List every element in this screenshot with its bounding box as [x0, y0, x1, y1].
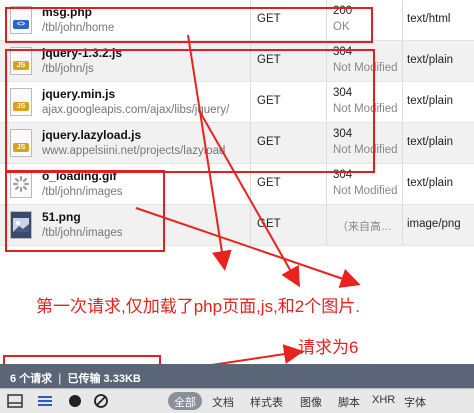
annotation-arrows: [135, 34, 361, 373]
network-summary-bar: 6 个请求 ❘ 已传输 3.33KB: [0, 364, 474, 388]
filter-tab-fonts[interactable]: 字体: [404, 394, 426, 410]
summary-text: 6 个请求 ❘ 已传输 3.33KB: [10, 373, 141, 385]
dock-icon[interactable]: [6, 392, 24, 410]
filter-tab-scripts[interactable]: 脚本: [338, 394, 360, 410]
record-icon[interactable]: [66, 392, 84, 410]
clear-icon[interactable]: [92, 392, 110, 410]
filter-tab-documents[interactable]: 文档: [212, 394, 234, 410]
filter-tab-images[interactable]: 图像: [300, 394, 322, 410]
filter-tab-stylesheets[interactable]: 样式表: [250, 394, 283, 410]
filter-all-label: 全部: [174, 397, 196, 409]
annotation-main: 第一次请求,仅加载了php页面,js,和2个图片.: [36, 297, 360, 316]
list-icon[interactable]: [36, 392, 54, 410]
filter-all-button[interactable]: 全部: [168, 392, 202, 410]
annotation-count: 请求为6: [298, 338, 359, 357]
filter-toolbar: 全部 文档 样式表 图像 脚本 XHR 字体: [0, 388, 474, 413]
filter-tab-xhr[interactable]: XHR: [372, 394, 395, 406]
